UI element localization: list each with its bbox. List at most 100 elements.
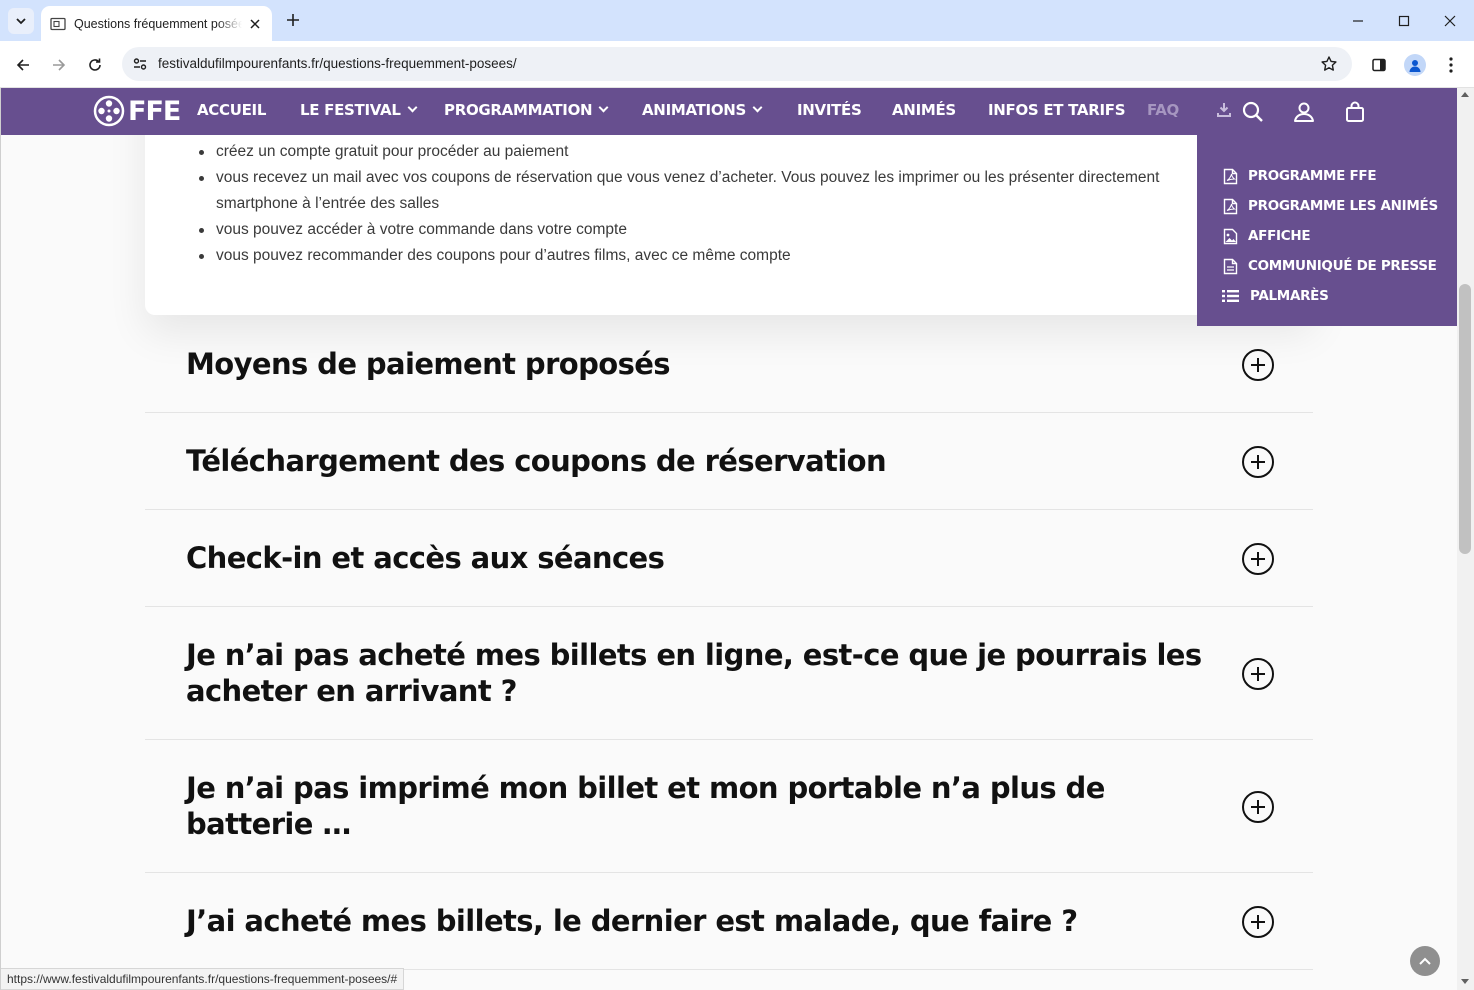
faq-question: Téléchargement des coupons de réservatio… xyxy=(186,444,887,478)
maximize-icon xyxy=(1398,15,1410,26)
faq-question: Check-in et accès aux séances xyxy=(186,541,665,575)
faq-question: Moyens de paiement proposés xyxy=(186,347,671,381)
answer-bullet: vous pouvez accéder à votre commande dan… xyxy=(199,217,1205,243)
nav-invites[interactable]: INVITÉS xyxy=(797,101,862,119)
faq-item[interactable]: Téléchargement des coupons de réservatio… xyxy=(145,413,1313,510)
side-panel-button[interactable] xyxy=(1364,50,1394,80)
dropdown-item-programme-ffe[interactable]: PROGRAMME FFE xyxy=(1197,161,1457,191)
nav-animes[interactable]: ANIMÉS xyxy=(892,101,956,119)
faq-item[interactable]: Check-in et accès aux séances xyxy=(145,510,1313,607)
nav-label: LE FESTIVAL xyxy=(300,101,401,119)
forward-button[interactable] xyxy=(44,50,74,80)
person-icon xyxy=(1409,60,1421,72)
maximize-button[interactable] xyxy=(1381,0,1427,41)
status-bar-url: https://www.festivaldufilmpourenfants.fr… xyxy=(1,968,405,990)
minimize-button[interactable] xyxy=(1335,0,1381,41)
scroll-up-arrow-icon[interactable] xyxy=(1461,92,1469,97)
close-tab-icon[interactable] xyxy=(246,15,264,33)
page-favicon-icon xyxy=(50,16,66,32)
download-icon[interactable] xyxy=(1212,98,1236,122)
nav-label: ANIMÉS xyxy=(892,101,956,119)
browser-menu-button[interactable] xyxy=(1436,50,1466,80)
scroll-to-top-button[interactable] xyxy=(1410,946,1440,976)
scrollbar-thumb[interactable] xyxy=(1459,284,1471,554)
dropdown-label: AFFICHE xyxy=(1248,228,1311,244)
nav-animations[interactable]: ANIMATIONS xyxy=(642,101,763,119)
bookmark-star-icon[interactable] xyxy=(1318,53,1340,75)
faq-question: Je n’ai pas imprimé mon billet et mon po… xyxy=(186,771,1105,841)
profile-avatar[interactable] xyxy=(1404,54,1426,76)
new-tab-button[interactable] xyxy=(282,9,304,31)
film-reel-icon xyxy=(93,95,125,127)
arrow-right-icon xyxy=(53,59,66,71)
nav-label: ANIMATIONS xyxy=(642,101,747,119)
nav-label: PROGRAMMATION xyxy=(444,101,593,119)
faq-item[interactable]: Je n’ai pas imprimé mon billet et mon po… xyxy=(145,740,1313,873)
reload-icon xyxy=(89,58,101,71)
tab-search-button[interactable] xyxy=(8,8,34,34)
browser-tab-strip: Questions fréquemment posées xyxy=(0,0,1474,41)
answer-bullet: créez un compte gratuit pour procéder au… xyxy=(199,139,1205,165)
dropdown-item-communique-de-presse[interactable]: COMMUNIQUÉ DE PRESSE xyxy=(1197,251,1457,281)
active-tab[interactable]: Questions fréquemment posées xyxy=(41,6,272,41)
plus-icon xyxy=(287,14,299,26)
account-icon[interactable] xyxy=(1292,100,1316,124)
kebab-menu-icon xyxy=(1449,57,1453,73)
expand-plus-icon[interactable] xyxy=(1242,906,1274,938)
page-scrollbar[interactable] xyxy=(1457,88,1474,990)
dropdown-label: PROGRAMME LES ANIMÉS xyxy=(1248,198,1438,214)
expand-plus-icon[interactable] xyxy=(1242,349,1274,381)
faq-question: Je n’ai pas acheté mes billets en ligne,… xyxy=(186,638,1202,708)
image-icon xyxy=(1222,227,1239,245)
nav-label: INVITÉS xyxy=(797,101,862,119)
dropdown-item-programme-les-animes[interactable]: PROGRAMME LES ANIMÉS xyxy=(1197,191,1457,221)
close-window-button[interactable] xyxy=(1427,0,1473,41)
answer-bullet-list: choisissez vos séances et placez-les dan… xyxy=(199,113,1205,269)
pdf-icon xyxy=(1222,197,1239,215)
nav-label: FAQ xyxy=(1147,101,1179,119)
logo-text: FFE xyxy=(128,95,181,127)
browser-toolbar: festivaldufilmpourenfants.fr/questions-f… xyxy=(0,41,1474,88)
nav-le-festival[interactable]: LE FESTIVAL xyxy=(300,101,418,119)
back-button[interactable] xyxy=(8,50,38,80)
nav-label: INFOS ET TARIFS xyxy=(988,101,1126,119)
tab-title: Questions fréquemment posées xyxy=(74,16,242,31)
expand-plus-icon[interactable] xyxy=(1242,658,1274,690)
search-icon[interactable] xyxy=(1241,100,1265,124)
nav-faq[interactable]: FAQ xyxy=(1147,101,1179,119)
dropdown-item-affiche[interactable]: AFFICHE xyxy=(1197,221,1457,251)
expand-plus-icon[interactable] xyxy=(1242,543,1274,575)
faq-item[interactable]: Moyens de paiement proposés xyxy=(145,315,1313,413)
chevron-down-icon xyxy=(752,102,763,113)
chevron-up-icon xyxy=(1419,957,1431,965)
expand-plus-icon[interactable] xyxy=(1242,446,1274,478)
chevron-down-icon xyxy=(16,18,26,25)
dropdown-item-palmares[interactable]: PALMARÈS xyxy=(1197,281,1457,311)
url-text: festivaldufilmpourenfants.fr/questions-f… xyxy=(158,56,517,71)
address-bar[interactable]: festivaldufilmpourenfants.fr/questions-f… xyxy=(122,47,1352,81)
dropdown-label: COMMUNIQUÉ DE PRESSE xyxy=(1248,258,1437,274)
list-icon xyxy=(1222,287,1239,305)
nav-programmation[interactable]: PROGRAMMATION xyxy=(444,101,609,119)
side-panel-icon xyxy=(1372,58,1386,72)
arrow-left-icon xyxy=(16,59,29,71)
dropdown-label: PROGRAMME FFE xyxy=(1248,168,1377,184)
faq-item[interactable]: Je n’ai pas acheté mes billets en ligne,… xyxy=(145,607,1313,740)
scroll-down-arrow-icon[interactable] xyxy=(1461,979,1469,984)
reload-button[interactable] xyxy=(80,50,110,80)
site-settings-icon[interactable] xyxy=(128,52,152,76)
answer-bullet: vous recevez un mail avec vos coupons de… xyxy=(199,165,1205,217)
page-viewport: choisissez vos séances et placez-les dan… xyxy=(0,88,1457,990)
chevron-down-icon xyxy=(598,102,609,113)
site-header-nav: FFE ACCUEIL LE FESTIVAL PROGRAMMATION AN… xyxy=(1,88,1457,135)
nav-infos-et-tarifs[interactable]: INFOS ET TARIFS xyxy=(988,101,1126,119)
expand-plus-icon[interactable] xyxy=(1242,791,1274,823)
site-logo[interactable]: FFE xyxy=(93,94,181,128)
nav-accueil[interactable]: ACCUEIL xyxy=(197,101,266,119)
document-icon xyxy=(1222,257,1239,275)
minimize-icon xyxy=(1353,19,1363,22)
faq-item[interactable]: J’ai acheté mes billets, le dernier est … xyxy=(145,873,1313,970)
cart-icon[interactable] xyxy=(1343,100,1367,124)
downloads-dropdown-menu: PROGRAMME FFE PROGRAMME LES ANIMÉS AFFIC… xyxy=(1197,135,1457,326)
answer-bullet: vous pouvez recommander des coupons pour… xyxy=(199,243,1205,269)
